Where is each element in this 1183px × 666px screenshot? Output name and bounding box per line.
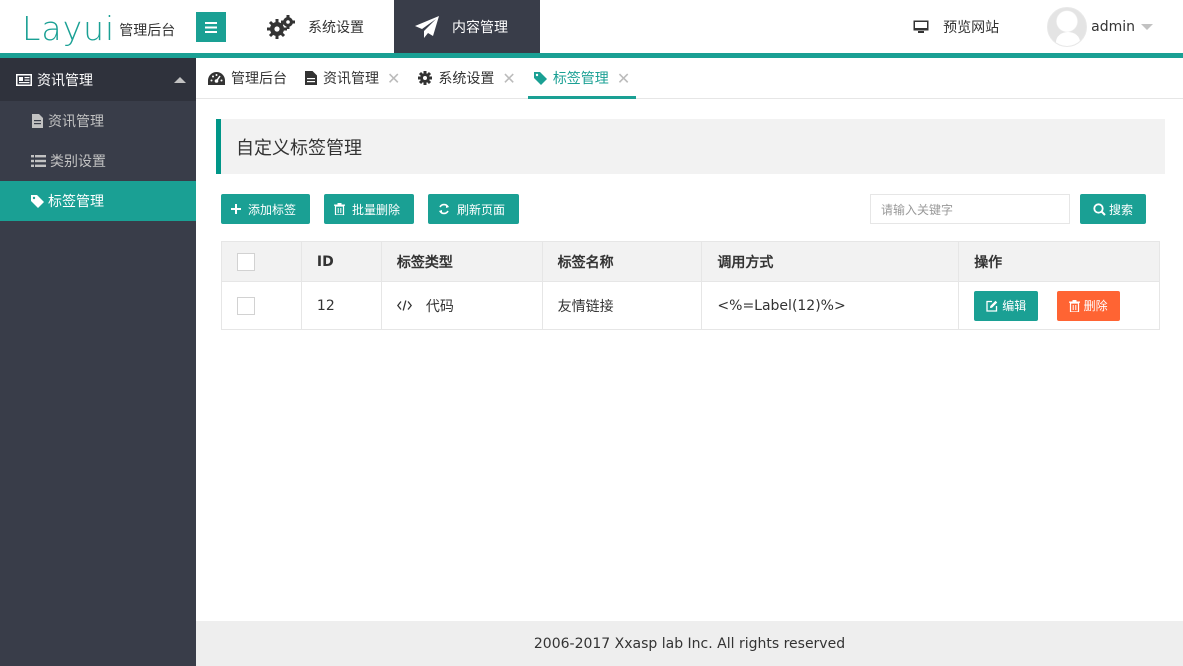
gears-icon — [266, 14, 296, 40]
delete-label: 删除 — [1083, 299, 1108, 313]
tab-label: 资讯管理 — [323, 71, 379, 87]
row-checkbox[interactable] — [237, 296, 255, 315]
refresh-page-label: 刷新页面 — [457, 202, 506, 217]
sidebar-item-label: 标签管理 — [48, 194, 104, 210]
column-header-name: 标签名称 — [541, 241, 703, 282]
search-icon — [1093, 202, 1106, 216]
close-icon[interactable]: ✕ — [502, 69, 515, 88]
top-nav-content-management[interactable]: 内容管理 — [394, 0, 540, 53]
table-row: 12 代码 友情链接 <%=Label(12)%> 编辑 删除 — [221, 281, 1160, 330]
trash-icon — [334, 203, 346, 215]
batch-delete-label: 批量删除 — [352, 202, 401, 217]
select-all-checkbox[interactable] — [237, 252, 255, 271]
row-select-cell — [221, 281, 302, 330]
select-all-cell — [221, 241, 302, 282]
close-icon[interactable]: ✕ — [387, 69, 400, 88]
cell-call: <%=Label(12)%> — [701, 281, 960, 330]
menu-toggle-button[interactable] — [196, 12, 226, 42]
search-button[interactable]: 搜索 — [1080, 194, 1146, 224]
gear-icon — [418, 71, 433, 85]
search-placeholder: 请输入关键字 — [881, 202, 954, 217]
tab-label: 系统设置 — [438, 71, 495, 87]
logo-text: Layui — [22, 9, 116, 48]
top-nav-label: 系统设置 — [308, 19, 364, 36]
edit-button[interactable]: 编辑 — [974, 290, 1039, 321]
user-menu[interactable]: admin — [1047, 6, 1153, 47]
top-nav-system-settings[interactable]: 系统设置 — [246, 0, 394, 53]
footer: 2006-2017 Xxasp lab Inc. All rights rese… — [196, 621, 1183, 666]
column-header-actions: 操作 — [958, 241, 1160, 282]
tab-tags[interactable]: 标签管理 ✕ — [527, 58, 637, 99]
batch-delete-button[interactable]: 批量删除 — [324, 194, 415, 224]
preview-label: 预览网站 — [943, 19, 1000, 36]
cell-actions: 编辑 删除 — [958, 281, 1160, 330]
tag-table: ID 标签类型 标签名称 调用方式 操作 12 代码 友情链接 <%=Label… — [221, 241, 1160, 330]
tab-label: 管理后台 — [231, 71, 287, 87]
search-label: 搜索 — [1108, 202, 1133, 217]
refresh-icon — [438, 203, 450, 215]
cell-id: 12 — [300, 281, 382, 330]
caret-down-icon — [1141, 23, 1153, 30]
code-icon — [396, 300, 412, 311]
sidebar-item-label: 资讯管理 — [48, 114, 104, 130]
cell-name: 友情链接 — [541, 281, 703, 330]
toolbar: 添加标签 批量删除 刷新页面 — [221, 194, 533, 224]
close-icon[interactable]: ✕ — [617, 69, 630, 88]
preview-site-link[interactable]: 预览网站 — [913, 17, 999, 37]
search-input[interactable]: 请输入关键字 — [870, 194, 1070, 224]
logo[interactable]: Layui 管理后台 — [22, 8, 175, 48]
refresh-page-button[interactable]: 刷新页面 — [428, 194, 520, 224]
cell-type: 代码 — [380, 281, 543, 330]
logo-subtitle: 管理后台 — [119, 23, 176, 39]
column-header-type: 标签类型 — [380, 241, 543, 282]
monitor-icon — [913, 20, 929, 34]
add-tag-label: 添加标签 — [248, 202, 297, 217]
hamburger-icon — [205, 21, 217, 33]
tab-dashboard[interactable]: 管理后台 — [202, 58, 293, 98]
main-content: 自定义标签管理 添加标签 批量删除 刷新页面 请输入关键字 搜索 ID 标签类型… — [196, 99, 1183, 621]
avatar — [1047, 6, 1088, 47]
column-header-call: 调用方式 — [701, 241, 960, 282]
list-icon — [31, 155, 46, 167]
tag-icon — [533, 71, 547, 85]
header-right: 预览网站 admin — [913, 0, 1183, 53]
plus-icon — [231, 204, 241, 214]
tab-bar: 管理后台 资讯管理 ✕ 系统设置 ✕ 标签管理 ✕ — [196, 58, 1183, 99]
user-name: admin — [1091, 18, 1135, 35]
paper-plane-icon — [414, 15, 440, 39]
sidebar-group-news[interactable]: 资讯管理 — [0, 58, 196, 101]
newspaper-icon — [16, 73, 32, 86]
sidebar-item-news[interactable]: 资讯管理 — [0, 101, 196, 141]
delete-button[interactable]: 删除 — [1056, 290, 1120, 321]
trash-icon — [1068, 299, 1080, 312]
file-icon — [31, 114, 44, 128]
tag-icon — [31, 194, 44, 208]
tab-label: 标签管理 — [552, 71, 609, 87]
file-icon — [305, 71, 317, 85]
cell-type-label: 代码 — [425, 298, 454, 315]
column-header-id: ID — [300, 241, 382, 282]
dashboard-icon — [208, 71, 225, 85]
top-nav-label: 内容管理 — [452, 19, 508, 36]
edit-icon — [986, 300, 998, 312]
sidebar-item-tags[interactable]: 标签管理 — [0, 181, 196, 221]
top-header: Layui 管理后台 系统设置 内容管理 预览网站 admin — [0, 0, 1183, 58]
page-title: 自定义标签管理 — [216, 119, 1165, 174]
sidebar: 资讯管理 资讯管理 类别设置 标签管理 — [0, 58, 196, 666]
sidebar-group-label: 资讯管理 — [37, 72, 93, 89]
tab-news[interactable]: 资讯管理 ✕ — [299, 58, 406, 98]
table-header-row: ID 标签类型 标签名称 调用方式 操作 — [221, 241, 1160, 282]
caret-up-icon — [174, 77, 186, 83]
sidebar-item-categories[interactable]: 类别设置 — [0, 141, 196, 181]
tab-system-settings[interactable]: 系统设置 ✕ — [412, 58, 521, 98]
edit-label: 编辑 — [1002, 299, 1027, 313]
sidebar-item-label: 类别设置 — [50, 154, 106, 170]
top-nav: 系统设置 内容管理 — [246, 0, 540, 53]
add-tag-button[interactable]: 添加标签 — [221, 194, 311, 224]
